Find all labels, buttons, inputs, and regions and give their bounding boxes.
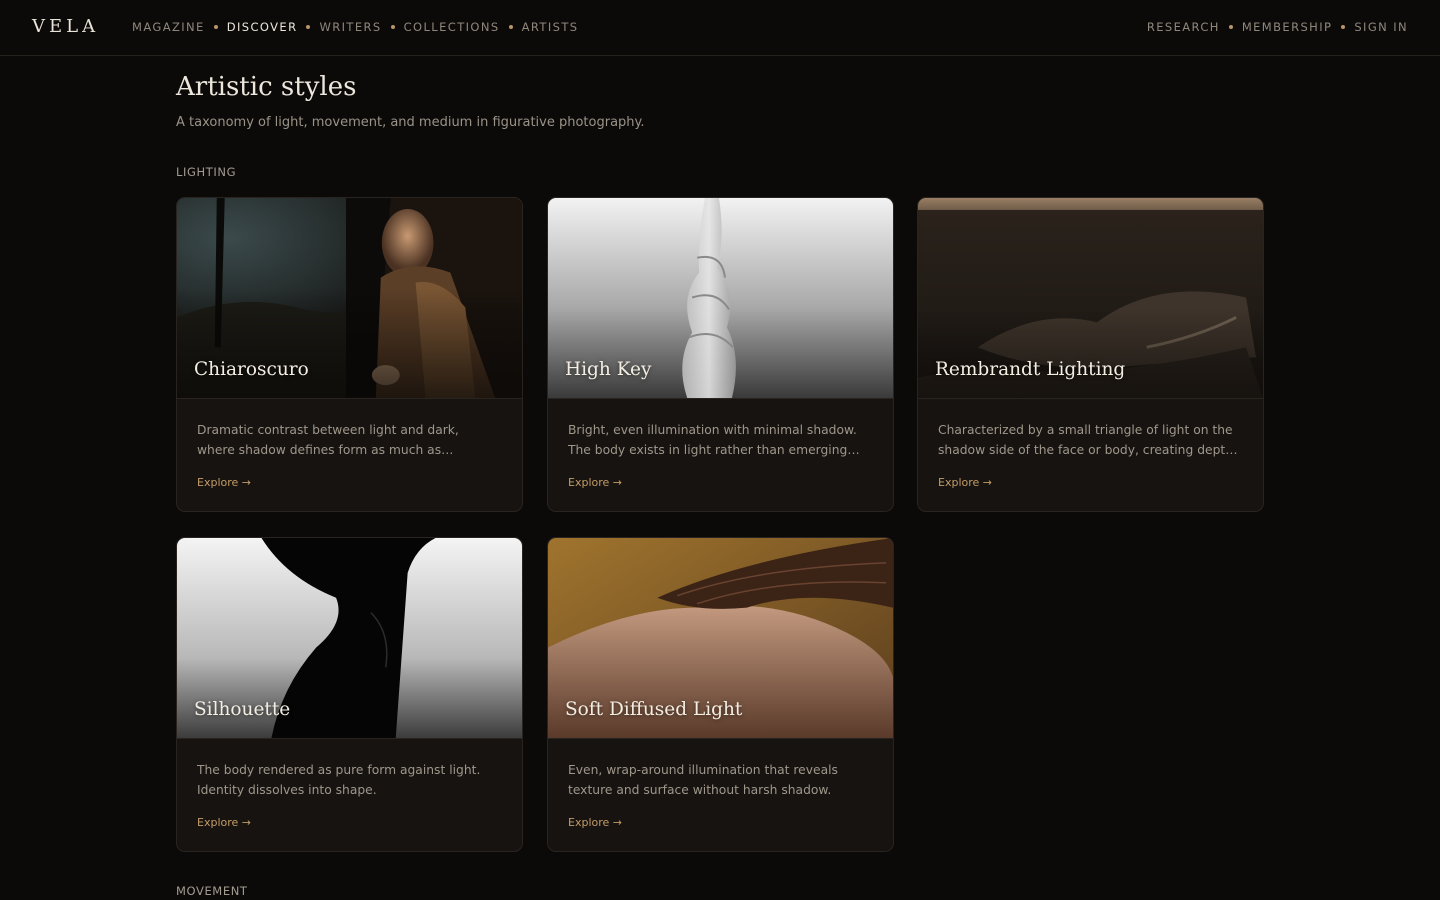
nav-separator-dot <box>508 25 513 29</box>
card-description: Dramatic contrast between light and dark… <box>197 423 459 457</box>
nav-item-membership[interactable]: Membership <box>1242 20 1333 34</box>
card-title: Chiaroscuro <box>194 359 309 380</box>
nav-separator-dot <box>1228 25 1233 29</box>
card-image-rembrandt-lighting: Rembrandt Lighting <box>918 198 1263 399</box>
nav-separator-dot <box>390 25 395 29</box>
style-card-high-key[interactable]: High Key Bright, even illumination with … <box>547 197 894 512</box>
primary-nav: Magazine Discover Writers Collections Ar… <box>132 20 578 34</box>
card-description: Characterized by a small triangle of lig… <box>938 423 1233 457</box>
nav-item-research[interactable]: Research <box>1147 20 1220 34</box>
explore-link[interactable]: Explore → <box>568 476 622 489</box>
nav-item-magazine[interactable]: Magazine <box>132 20 205 34</box>
style-card-rembrandt-lighting[interactable]: Rembrandt Lighting Characterized by a sm… <box>917 197 1264 512</box>
nav-separator-dot <box>213 25 218 29</box>
brand-logo[interactable]: VELA <box>32 16 99 37</box>
top-navigation: VELA Magazine Discover Writers Collectio… <box>0 0 1440 56</box>
explore-link[interactable]: Explore → <box>568 816 622 829</box>
card-title: Rembrandt Lighting <box>935 359 1126 380</box>
card-title: Soft Diffused Light <box>565 699 743 720</box>
card-image-soft-diffused-light: Soft Diffused Light <box>548 538 893 739</box>
explore-link[interactable]: Explore → <box>197 476 251 489</box>
explore-link[interactable]: Explore → <box>197 816 251 829</box>
nav-separator-dot <box>1341 25 1346 29</box>
nav-item-writers[interactable]: Writers <box>319 20 381 34</box>
style-card-soft-diffused-light[interactable]: Soft Diffused Light Even, wrap-around il… <box>547 537 894 852</box>
nav-item-artists[interactable]: Artists <box>522 20 579 34</box>
card-title: High Key <box>565 359 652 380</box>
style-card-chiaroscuro[interactable]: Chiaroscuro Dramatic contrast between li… <box>176 197 523 512</box>
card-image-chiaroscuro: Chiaroscuro <box>177 198 522 399</box>
nav-separator-dot <box>306 25 311 29</box>
explore-link[interactable]: Explore → <box>938 476 992 489</box>
card-title: Silhouette <box>194 699 291 720</box>
card-description: The body rendered as pure form against l… <box>197 763 481 797</box>
page-title: Artistic styles <box>176 72 357 102</box>
nav-item-collections[interactable]: Collections <box>404 20 500 34</box>
style-card-silhouette[interactable]: Silhouette The body rendered as pure for… <box>176 537 523 852</box>
section-label-lighting: Lighting <box>176 165 237 179</box>
card-description: Bright, even illumination with minimal s… <box>568 423 857 457</box>
section-label-movement: Movement <box>176 884 248 898</box>
card-image-high-key: High Key <box>548 198 893 399</box>
nav-item-discover[interactable]: Discover <box>227 20 298 34</box>
page-subtitle: A taxonomy of light, movement, and mediu… <box>176 115 645 130</box>
sign-in-link[interactable]: Sign in <box>1354 20 1408 34</box>
card-image-silhouette: Silhouette <box>177 538 522 739</box>
card-description: Even, wrap-around illumination that reve… <box>568 763 838 797</box>
secondary-nav: Research Membership Sign in <box>1147 20 1408 34</box>
